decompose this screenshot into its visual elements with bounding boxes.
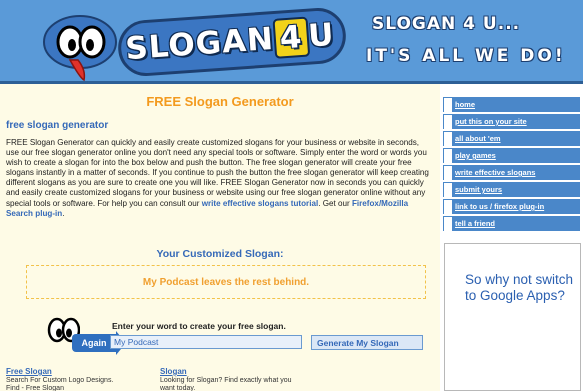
customized-slogan-heading: Your Customized Slogan: — [156, 248, 284, 260]
enter-word-label: Enter your word to create your free slog… — [112, 321, 286, 331]
menu-item-submit[interactable]: submit yours — [443, 182, 580, 197]
menu-item-all-about[interactable]: all about 'em — [443, 131, 580, 146]
mascot-eyes-icon — [43, 15, 117, 82]
slogan-output-box: My Podcast leaves the rest behind. — [26, 265, 426, 299]
site-header: SLOGAN 4 U SLOGAN 4 U... IT'S ALL WE DO! — [0, 0, 583, 84]
menu-item-write-slogans[interactable]: write effective slogans — [443, 165, 580, 180]
intro-mid-text: . Get our — [318, 198, 350, 208]
ad-title[interactable]: Slogan — [160, 367, 300, 377]
main-panel: FREE Slogan Generator free slogan genera… — [0, 84, 440, 391]
sidebar-menu: home put this on your site all about 'em… — [443, 97, 580, 233]
intro-text: FREE Slogan Generator can quickly and ea… — [6, 138, 429, 208]
google-ad-text[interactable]: So why not switch to Google Apps? — [465, 272, 575, 303]
tagline: SLOGAN 4 U... IT'S ALL WE DO! — [352, 14, 580, 66]
ad-text: Search For Custom Logo Designs. Find - F… — [6, 376, 114, 391]
logo-text-b: U — [307, 16, 336, 55]
ad-item[interactable]: Slogan Looking for Slogan? Find exactly … — [160, 367, 300, 391]
menu-item-play-games[interactable]: play games — [443, 148, 580, 163]
menu-item-put-on-site[interactable]: put this on your site — [443, 114, 580, 129]
section-subtitle: free slogan generator — [6, 120, 109, 131]
intro-paragraph: FREE Slogan Generator can quickly and ea… — [6, 138, 434, 219]
menu-item-home[interactable]: home — [443, 97, 580, 112]
ad-title[interactable]: Free Slogan — [6, 367, 126, 377]
google-ad-box[interactable]: So why not switch to Google Apps? — [444, 243, 581, 391]
generated-slogan: My Podcast leaves the rest behind. — [142, 277, 310, 288]
logo-text-a: SLOGAN — [124, 20, 276, 68]
tagline-line2: IT'S ALL WE DO! — [366, 46, 566, 66]
slogan-word-input[interactable] — [110, 335, 302, 349]
menu-item-tell-friend[interactable]: tell a friend — [443, 216, 580, 231]
intro-end-text: . — [62, 208, 65, 218]
page-title: FREE Slogan Generator — [146, 94, 294, 109]
generate-slogan-button[interactable]: Generate My Slogan — [311, 335, 423, 350]
ad-text: Looking for Slogan? Find exactly what yo… — [160, 376, 292, 391]
menu-item-link-plugin[interactable]: link to us / firefox plug-in — [443, 199, 580, 214]
logo-number: 4 — [272, 16, 310, 59]
tutorial-link[interactable]: write effective slogans tutorial — [202, 199, 319, 208]
ad-item[interactable]: Free Slogan Search For Custom Logo Desig… — [6, 367, 126, 391]
tagline-line1: SLOGAN 4 U... — [372, 14, 521, 34]
